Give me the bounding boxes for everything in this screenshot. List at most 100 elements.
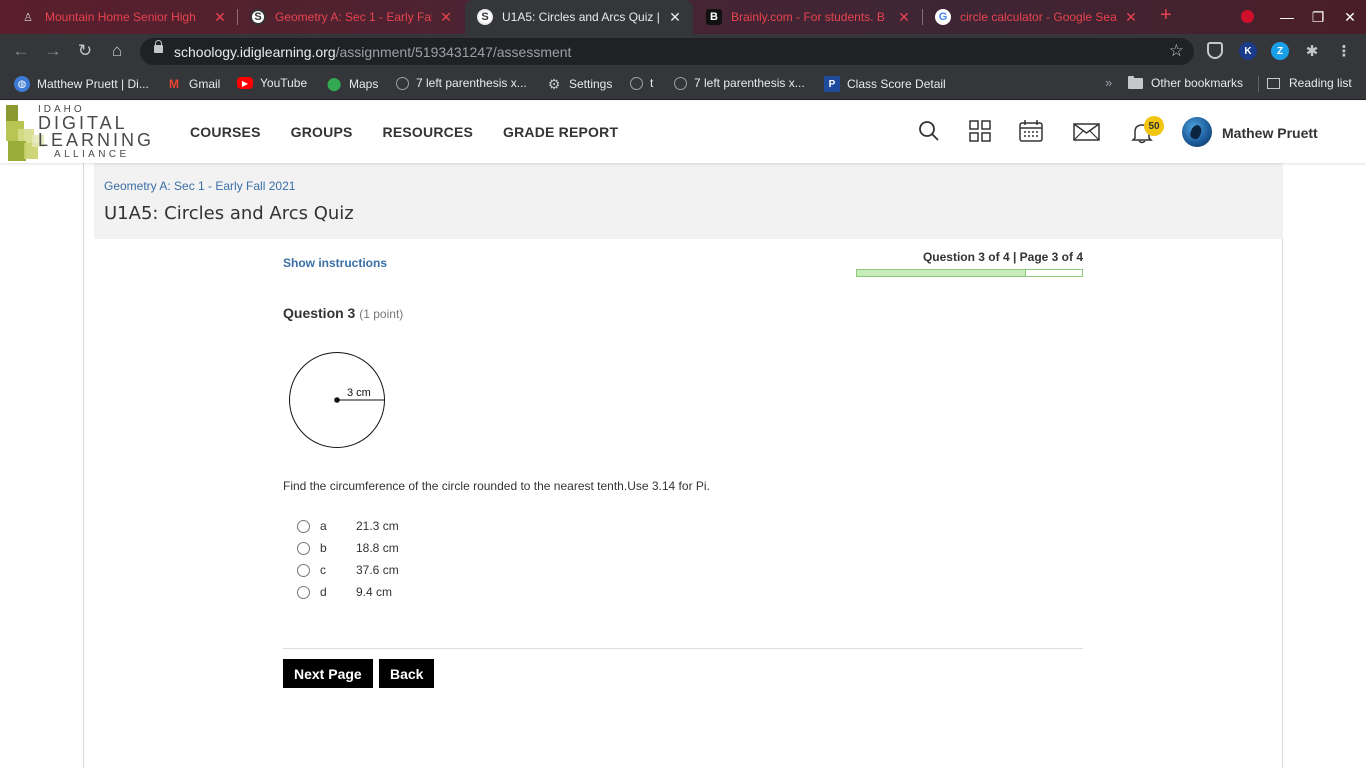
nav-courses[interactable]: COURSES bbox=[190, 124, 261, 140]
globe-icon bbox=[674, 76, 687, 90]
k-extension-icon[interactable]: K bbox=[1239, 42, 1257, 60]
lock-icon bbox=[154, 40, 163, 53]
answer-option-d[interactable]: d 9.4 cm bbox=[297, 581, 399, 603]
answer-option-b[interactable]: b 18.8 cm bbox=[297, 537, 399, 559]
other-bookmarks-folder[interactable]: Other bookmarks bbox=[1128, 75, 1244, 90]
content-divider bbox=[283, 648, 1083, 649]
bookmark-item[interactable]: P Class Score Detail bbox=[824, 76, 946, 92]
content-frame: Geometry A: Sec 1 - Early Fall 2021 U1A5… bbox=[83, 163, 1283, 768]
calendar-icon[interactable] bbox=[1019, 120, 1043, 142]
nav-grade-report[interactable]: GRADE REPORT bbox=[503, 124, 618, 140]
address-bar[interactable]: schoology.idiglearning.org/assignment/51… bbox=[140, 38, 1194, 65]
bookmark-label: 7 left parenthesis x... bbox=[416, 76, 527, 90]
schoology-favicon-icon: S bbox=[250, 9, 266, 25]
bookmark-item[interactable]: 7 left parenthesis x... bbox=[674, 76, 805, 90]
reading-list-button[interactable]: Reading list bbox=[1267, 76, 1352, 90]
bookmark-label: t bbox=[650, 76, 654, 90]
bookmark-item[interactable]: 7 left parenthesis x... bbox=[396, 76, 527, 90]
minimize-icon[interactable]: — bbox=[1272, 0, 1302, 34]
close-icon[interactable]: ✕ bbox=[212, 9, 228, 26]
back-button[interactable]: Back bbox=[379, 659, 435, 688]
main-nav: COURSES GROUPS RESOURCES GRADE REPORT bbox=[190, 124, 648, 140]
close-window-icon[interactable]: ✕ bbox=[1335, 0, 1365, 34]
circle-radius-figure: 3 cm bbox=[289, 352, 385, 448]
nav-groups[interactable]: GROUPS bbox=[291, 124, 353, 140]
bookmark-item[interactable]: M Gmail bbox=[166, 76, 220, 92]
radius-label: 3 cm bbox=[347, 387, 371, 399]
google-favicon-icon: G bbox=[935, 9, 951, 25]
bookmark-star-icon[interactable]: ☆ bbox=[1169, 41, 1184, 61]
tab-title: circle calculator - Google Sea bbox=[960, 10, 1117, 24]
forward-arrow-icon[interactable]: → bbox=[41, 39, 65, 63]
radio-button[interactable] bbox=[297, 563, 310, 577]
shield-extension-icon[interactable] bbox=[1207, 42, 1223, 59]
answer-value: 18.8 cm bbox=[356, 541, 399, 555]
answer-letter: c bbox=[320, 563, 326, 577]
close-icon[interactable]: ✕ bbox=[896, 9, 912, 26]
tab-mountain-home[interactable]: ♙ Mountain Home Senior High ✕ bbox=[8, 0, 238, 34]
search-icon[interactable] bbox=[918, 120, 940, 142]
answer-letter: a bbox=[320, 519, 327, 533]
bookmark-label: Maps bbox=[349, 77, 379, 91]
kebab-menu-icon[interactable]: ⋮ bbox=[1335, 42, 1353, 60]
new-tab-button[interactable]: + bbox=[1160, 4, 1172, 27]
puzzle-extensions-icon[interactable]: ✱ bbox=[1303, 42, 1321, 60]
recording-indicator-icon bbox=[1241, 10, 1254, 23]
browser-tab-strip: ♙ Mountain Home Senior High ✕ S Geometry… bbox=[0, 0, 1366, 34]
mail-envelope-icon[interactable] bbox=[1073, 123, 1100, 141]
idaho-digital-learning-logo[interactable]: IDAHO DIGITAL LEARNING ALLIANCE bbox=[6, 103, 176, 163]
home-icon[interactable]: ⌂ bbox=[105, 39, 129, 63]
radio-button[interactable] bbox=[297, 585, 310, 599]
restore-icon[interactable]: ❐ bbox=[1303, 0, 1333, 34]
close-icon[interactable]: ✕ bbox=[438, 9, 454, 26]
schoology-favicon-icon: S bbox=[477, 9, 493, 25]
bookmark-item[interactable]: ▶ YouTube bbox=[237, 76, 307, 90]
next-page-button[interactable]: Next Page bbox=[283, 659, 373, 688]
bookmark-item[interactable]: t bbox=[630, 76, 653, 90]
tab-quiz-active[interactable]: S U1A5: Circles and Arcs Quiz | S ✕ bbox=[465, 0, 693, 34]
bookmark-item[interactable]: ⬤ Maps bbox=[326, 76, 379, 92]
bookmark-label: Other bookmarks bbox=[1151, 76, 1244, 90]
user-name[interactable]: Mathew Pruett bbox=[1222, 125, 1318, 141]
answer-letter: d bbox=[320, 585, 327, 599]
close-icon[interactable]: ✕ bbox=[1123, 9, 1139, 26]
browser-toolbar: ← → ↻ ⌂ schoology.idiglearning.org/assig… bbox=[0, 34, 1366, 68]
answer-value: 21.3 cm bbox=[356, 519, 399, 533]
bookmark-label: 7 left parenthesis x... bbox=[694, 76, 805, 90]
bookmarks-overflow-button[interactable]: » bbox=[1105, 75, 1112, 90]
tab-brainly[interactable]: B Brainly.com - For students. B ✕ bbox=[694, 0, 922, 34]
tab-title: U1A5: Circles and Arcs Quiz | S bbox=[502, 10, 661, 24]
notification-count-badge: 50 bbox=[1144, 116, 1164, 136]
apps-grid-icon[interactable] bbox=[969, 120, 991, 142]
user-avatar[interactable] bbox=[1182, 117, 1212, 147]
course-breadcrumb-link[interactable]: Geometry A: Sec 1 - Early Fall 2021 bbox=[104, 179, 295, 193]
tab-title: Geometry A: Sec 1 - Early Fall bbox=[275, 10, 432, 24]
logo-wordmark: IDAHO DIGITAL LEARNING ALLIANCE bbox=[38, 104, 154, 161]
bookmark-item[interactable]: ◍ Matthew Pruett | Di... bbox=[14, 76, 149, 92]
progress-bar-fill bbox=[857, 270, 1026, 276]
radio-button[interactable] bbox=[297, 541, 310, 555]
question-label: Question 3 bbox=[283, 305, 356, 321]
globe-icon: ◍ bbox=[14, 76, 30, 92]
nav-resources[interactable]: RESOURCES bbox=[383, 124, 473, 140]
back-arrow-icon[interactable]: ← bbox=[9, 39, 33, 63]
logo-line-3: LEARNING bbox=[38, 130, 155, 150]
question-progress-bar bbox=[856, 269, 1083, 277]
school-favicon-icon: ♙ bbox=[23, 11, 33, 24]
question-points: (1 point) bbox=[359, 307, 404, 321]
bookmark-item[interactable]: ⚙ Settings bbox=[546, 76, 613, 92]
answer-letter: b bbox=[320, 541, 327, 555]
radio-button[interactable] bbox=[297, 519, 310, 533]
z-extension-icon[interactable]: Z bbox=[1271, 42, 1289, 60]
answer-option-c[interactable]: c 37.6 cm bbox=[297, 559, 399, 581]
show-instructions-link[interactable]: Show instructions bbox=[283, 256, 387, 270]
answer-option-a[interactable]: a 21.3 cm bbox=[297, 515, 399, 537]
bookmark-label: Reading list bbox=[1289, 76, 1352, 90]
bookmark-label: Settings bbox=[569, 77, 613, 91]
tab-geometry-course[interactable]: S Geometry A: Sec 1 - Early Fall ✕ bbox=[238, 0, 464, 34]
reload-icon[interactable]: ↻ bbox=[73, 39, 97, 63]
close-icon[interactable]: ✕ bbox=[667, 9, 683, 26]
tab-google-search[interactable]: G circle calculator - Google Sea ✕ bbox=[923, 0, 1149, 34]
maps-pin-icon: ⬤ bbox=[326, 76, 342, 91]
bookmarks-divider bbox=[1258, 76, 1259, 92]
